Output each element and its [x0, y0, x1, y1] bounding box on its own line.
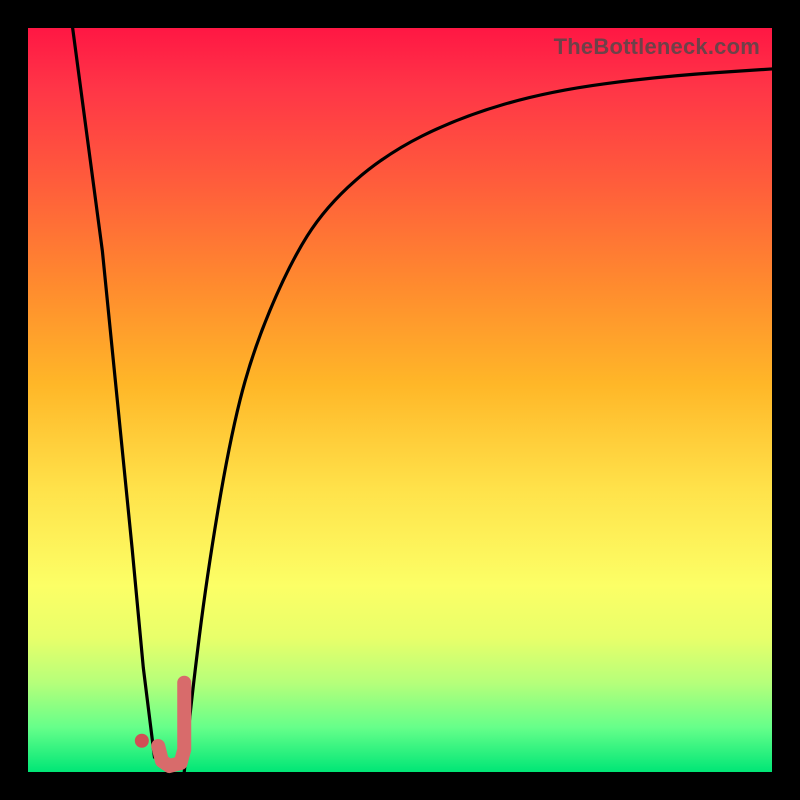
chart-frame: TheBottleneck.com: [0, 0, 800, 800]
marker-dot: [135, 734, 149, 748]
curve-right-branch: [184, 69, 772, 772]
plot-area: TheBottleneck.com: [28, 28, 772, 772]
marker-j-shape: [158, 683, 184, 766]
curve-left-branch: [73, 28, 155, 757]
curves-svg: [28, 28, 772, 772]
